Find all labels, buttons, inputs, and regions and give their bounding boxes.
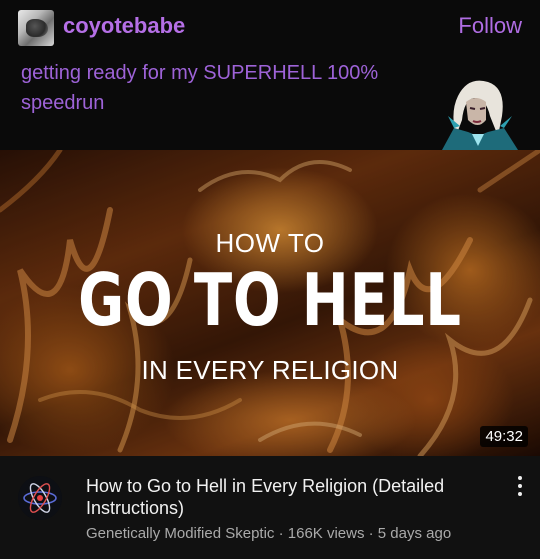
thumbnail-text-line1: HOW TO xyxy=(215,228,325,258)
thumbnail-text-line3: IN EVERY RELIGION xyxy=(141,355,399,385)
video-channel-stats[interactable]: Genetically Modified Skeptic · 166K view… xyxy=(86,525,451,542)
more-vertical-icon[interactable] xyxy=(516,476,524,500)
character-art-icon xyxy=(428,76,524,150)
follow-button[interactable]: Follow xyxy=(458,13,522,39)
username-link[interactable]: coyotebabe xyxy=(63,13,185,39)
post-text: getting ready for my SUPERHELL 100% spee… xyxy=(21,62,379,114)
post-header: coyotebabe Follow getting ready for my S… xyxy=(0,0,540,150)
video-title[interactable]: How to Go to Hell in Every Religion (Det… xyxy=(86,475,496,519)
thumbnail-text-line2: GO TO HELL xyxy=(78,258,462,342)
atom-channel-icon[interactable] xyxy=(18,476,62,520)
user-avatar-icon[interactable] xyxy=(18,10,54,46)
video-meta: How to Go to Hell in Every Religion (Det… xyxy=(0,456,540,559)
video-thumbnail[interactable]: HOW TO GO TO HELL IN EVERY RELIGION 49:3… xyxy=(0,150,540,456)
video-duration-badge: 49:32 xyxy=(480,426,528,447)
